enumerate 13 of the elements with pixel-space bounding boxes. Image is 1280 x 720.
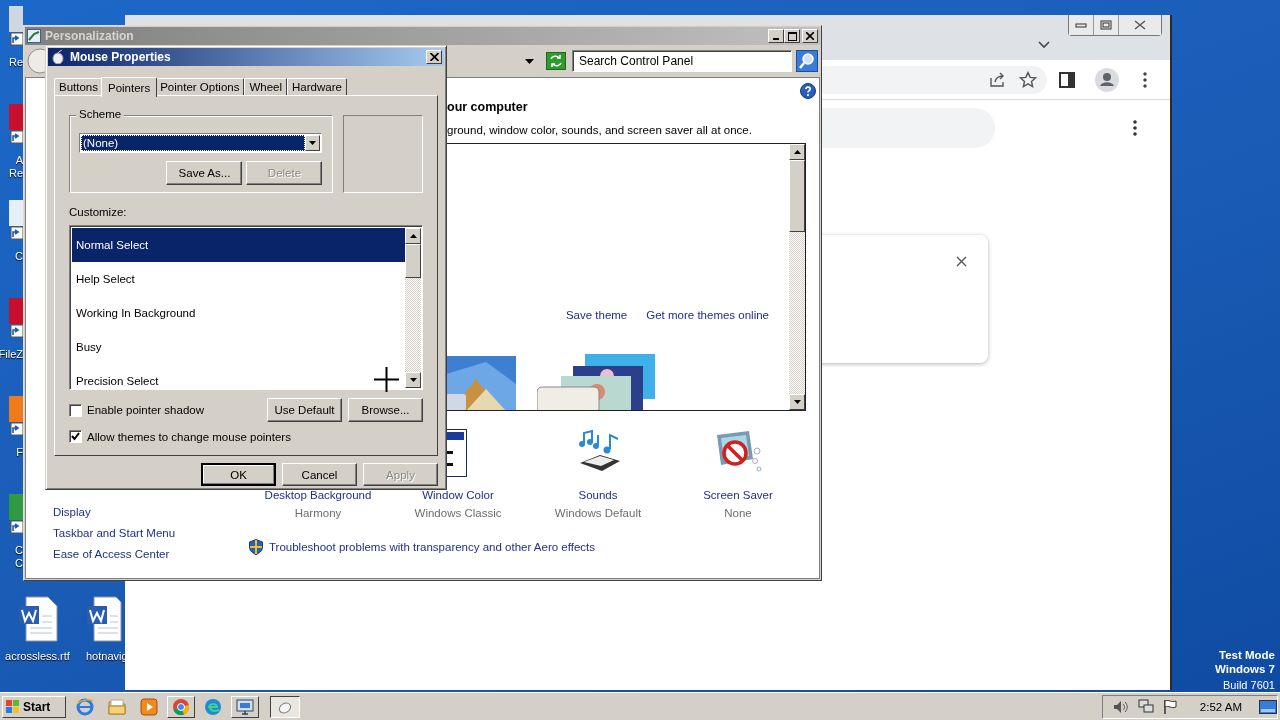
setting-value: Windows Classic [414, 506, 502, 520]
group-label: Scheme [76, 108, 125, 120]
dialog-title: Mouse Properties [70, 50, 171, 64]
test-mode-text: Windows 7 [1215, 662, 1275, 676]
test-mode-text: Build 7601 [1223, 678, 1275, 692]
setting-value: Harmony [294, 506, 342, 520]
page-heading: our computer [446, 100, 528, 114]
customize-label: Customize: [69, 205, 128, 219]
setting-value: Windows Default [554, 506, 642, 520]
setting-value: None [724, 506, 752, 520]
test-mode-text: Test Mode [1219, 648, 1275, 662]
window-title: Personalization [45, 29, 134, 43]
page-description: ground, window color, sounds, and screen saver all at once. [446, 123, 753, 137]
